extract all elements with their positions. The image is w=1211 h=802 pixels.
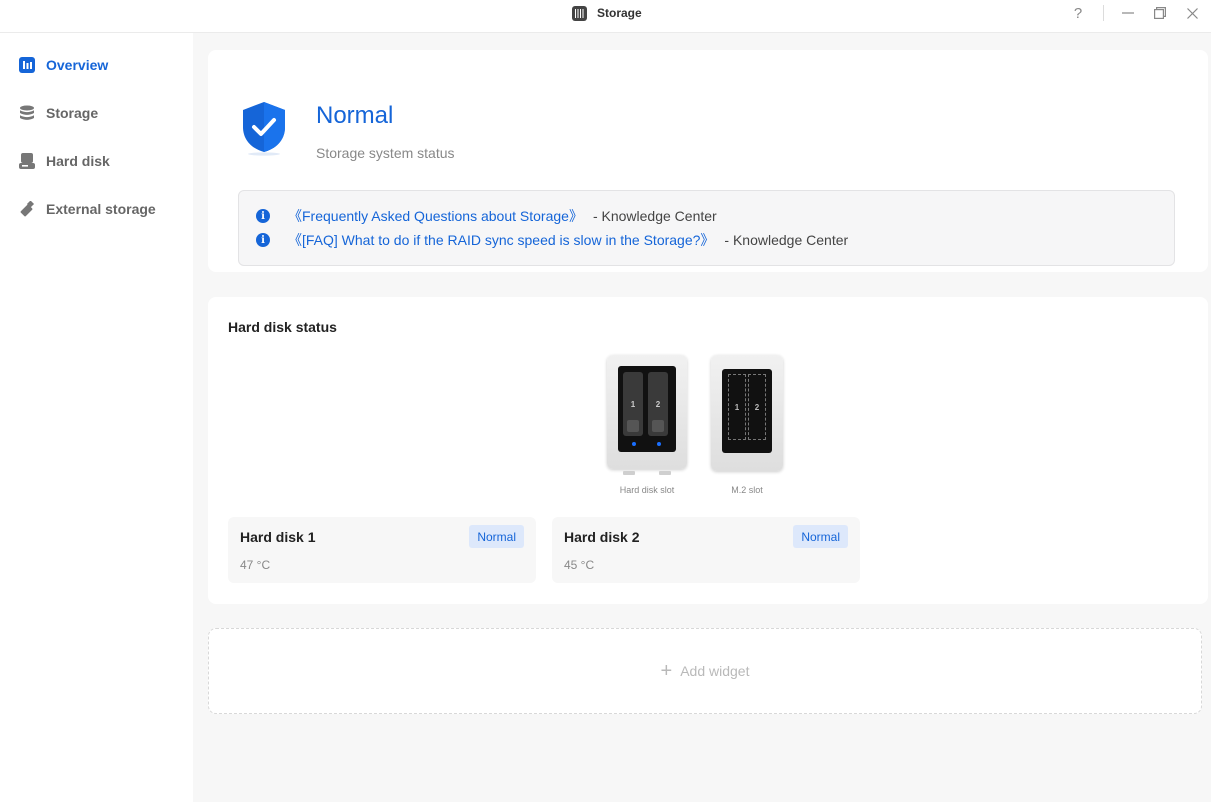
disk-temperature: 45 °C — [564, 558, 595, 572]
minimize-icon[interactable] — [1117, 3, 1139, 23]
sidebar-item-hard-disk[interactable]: Hard disk — [19, 150, 110, 172]
plus-icon: + — [660, 660, 673, 682]
add-widget-button[interactable]: + Add widget — [208, 628, 1202, 714]
status-badge: Normal — [793, 525, 848, 548]
status-subtitle: Storage system status — [316, 145, 455, 161]
hard-disk-status-card: Hard disk status 1 2 Hard disk slot 1 2 … — [208, 297, 1208, 604]
close-icon[interactable] — [1181, 3, 1203, 23]
disk-bay[interactable]: 2 — [648, 372, 668, 436]
help-icon[interactable]: ? — [1067, 3, 1089, 23]
knowledge-link[interactable]: 《[FAQ] What to do if the RAID sync speed… — [288, 230, 714, 250]
hard-disk-tile[interactable]: Hard disk 1 47 °C Normal — [228, 517, 536, 583]
knowledge-item: i 《[FAQ] What to do if the RAID sync spe… — [256, 230, 848, 250]
section-title: Hard disk status — [228, 319, 337, 335]
disk-name: Hard disk 1 — [240, 529, 316, 545]
storage-status-card: Normal Storage system status i 《Frequent… — [208, 50, 1208, 272]
usb-drive-icon — [19, 201, 35, 217]
m2-slot-panel: 1 2 — [722, 369, 772, 453]
sidebar-item-label: External storage — [46, 201, 156, 217]
disk-bay[interactable]: 1 — [623, 372, 643, 436]
restore-icon[interactable] — [1149, 3, 1171, 23]
knowledge-item: i 《Frequently Asked Questions about Stor… — [256, 206, 717, 226]
nas-device-image[interactable]: 1 2 — [607, 355, 687, 475]
status-badge: Normal — [469, 525, 524, 548]
window-title: Storage — [572, 5, 642, 21]
knowledge-source: - Knowledge Center — [724, 232, 849, 248]
device-foot — [623, 471, 635, 475]
title-bar: Storage ? — [0, 0, 1211, 33]
device-caption: Hard disk slot — [619, 485, 675, 495]
m2-slot[interactable]: 1 — [728, 374, 746, 440]
m2-slot[interactable]: 2 — [748, 374, 766, 440]
info-icon: i — [256, 233, 270, 247]
info-icon: i — [256, 209, 270, 223]
shield-check-icon — [243, 102, 285, 156]
storage-app-icon — [572, 5, 587, 21]
knowledge-center-box: i 《Frequently Asked Questions about Stor… — [238, 190, 1175, 266]
device-foot — [659, 471, 671, 475]
sidebar-item-label: Hard disk — [46, 153, 110, 169]
sidebar: Overview Storage Hard disk External stor… — [0, 33, 193, 802]
window-title-text: Storage — [597, 6, 642, 20]
disk-temperature: 47 °C — [240, 558, 271, 572]
knowledge-source: - Knowledge Center — [592, 208, 717, 224]
status-led — [657, 442, 661, 446]
overview-icon — [19, 57, 35, 73]
hard-disk-icon — [19, 153, 35, 169]
device-caption: M.2 slot — [731, 485, 763, 495]
sidebar-item-storage[interactable]: Storage — [19, 102, 98, 124]
sidebar-item-overview[interactable]: Overview — [19, 54, 108, 76]
sidebar-item-external-storage[interactable]: External storage — [19, 198, 156, 220]
database-icon — [19, 105, 35, 121]
hard-disk-tile[interactable]: Hard disk 2 45 °C Normal — [552, 517, 860, 583]
main-content: Normal Storage system status i 《Frequent… — [193, 33, 1211, 802]
disk-name: Hard disk 2 — [564, 529, 640, 545]
knowledge-link[interactable]: 《Frequently Asked Questions about Storag… — [288, 206, 583, 226]
nas-bay-panel: 1 2 — [618, 366, 676, 452]
sidebar-item-label: Overview — [46, 57, 109, 73]
sidebar-item-label: Storage — [46, 105, 99, 121]
status-title: Normal — [316, 102, 394, 129]
title-bar-divider — [1103, 5, 1104, 21]
status-led — [632, 442, 636, 446]
add-widget-label: Add widget — [680, 663, 750, 679]
m2-device-image[interactable]: 1 2 — [711, 355, 783, 471]
